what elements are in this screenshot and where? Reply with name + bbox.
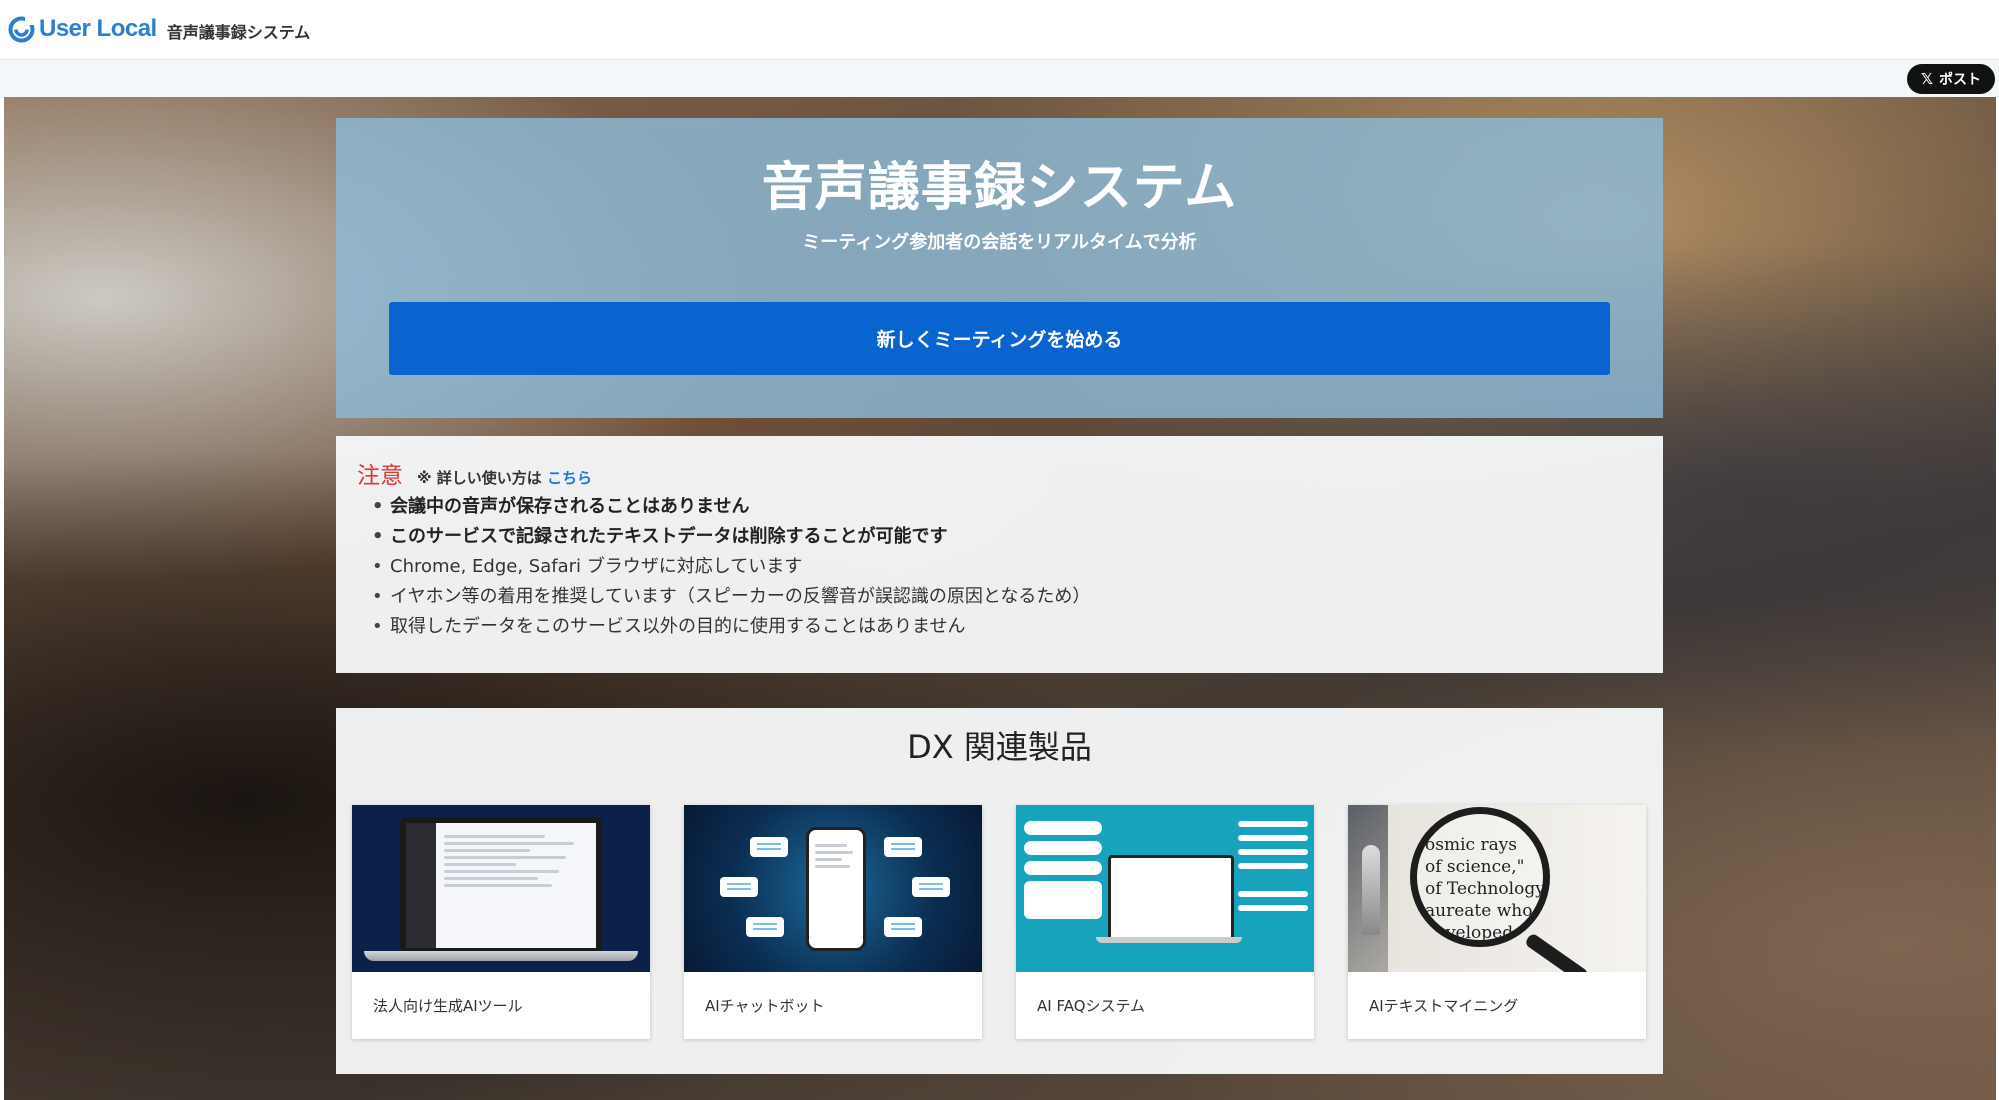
notice-item: イヤホン等の着用を推奨しています（スピーカーの反響音が誤認識の原因となるため） bbox=[370, 582, 1090, 612]
page-subtitle: ミーティング参加者の会話をリアルタイムで分析 bbox=[802, 232, 1197, 253]
product-card-label: AIテキストマイニング bbox=[1369, 997, 1519, 1015]
product-card-ai-text-mining[interactable]: osmic rays of science," of Technology p … bbox=[1348, 805, 1646, 1039]
brand-name: User Local bbox=[39, 15, 157, 42]
start-meeting-button[interactable]: 新しくミーティングを始める bbox=[389, 302, 1610, 375]
dx-products-panel: DX 関連製品 法人向け生成AIツール AIチャットボット AI FAQシステム… bbox=[336, 708, 1663, 1074]
title-panel: 音声議事録システム ミーティング参加者の会話をリアルタイムで分析 新しくミーティ… bbox=[336, 118, 1663, 418]
post-button-label: ポスト bbox=[1939, 72, 1982, 88]
site-logo[interactable]: User Local 音声議事録システム bbox=[8, 12, 310, 46]
product-card-list: 法人向け生成AIツール AIチャットボット AI FAQシステム osmic r… bbox=[352, 805, 1646, 1039]
product-name: 音声議事録システム bbox=[166, 23, 311, 42]
sub-header-bar bbox=[0, 60, 1999, 97]
usage-help-link[interactable]: こちら bbox=[547, 469, 592, 487]
notice-item: 取得したデータをこのサービス以外の目的に使用することはありません bbox=[370, 612, 1090, 642]
product-card-ai-chatbot[interactable]: AIチャットボット bbox=[684, 805, 982, 1039]
notice-label: 注意 bbox=[357, 463, 403, 489]
x-post-button[interactable]: 𝕏 ポスト bbox=[1907, 64, 1995, 94]
product-card-label: 法人向け生成AIツール bbox=[373, 997, 523, 1015]
notice-item: 会議中の音声が保存されることはありません bbox=[370, 492, 1090, 522]
product-card-generative-ai[interactable]: 法人向け生成AIツール bbox=[352, 805, 650, 1039]
user-local-logo-icon bbox=[8, 15, 35, 43]
ai-chatbot-phone-image bbox=[684, 805, 982, 972]
usage-help-text: ※ 詳しい使い方は こちら bbox=[417, 467, 592, 488]
notice-item: このサービスで記録されたテキストデータは削除することが可能です bbox=[370, 522, 1090, 552]
generative-ai-laptop-image bbox=[352, 805, 650, 972]
dx-section-title: DX 関連製品 bbox=[907, 728, 1092, 766]
ai-text-mining-magnifier-image: osmic rays of science," of Technology p … bbox=[1348, 805, 1646, 972]
top-header: User Local 音声議事録システム bbox=[0, 0, 1999, 60]
magnifier-lens-text: osmic rays of science," of Technology p … bbox=[1410, 807, 1550, 947]
notice-panel: 注意 ※ 詳しい使い方は こちら 会議中の音声が保存されることはありません この… bbox=[336, 436, 1663, 673]
notice-list: 会議中の音声が保存されることはありません このサービスで記録されたテキストデータ… bbox=[370, 492, 1090, 642]
usage-help-prefix: ※ 詳しい使い方は bbox=[417, 469, 542, 487]
x-logo-icon: 𝕏 bbox=[1920, 70, 1934, 88]
notice-header: 注意 ※ 詳しい使い方は こちら bbox=[357, 456, 592, 490]
notice-item: Chrome, Edge, Safari ブラウザに対応しています bbox=[370, 552, 1090, 582]
product-card-label: AIチャットボット bbox=[705, 997, 825, 1015]
ai-faq-illustration-image bbox=[1016, 805, 1314, 972]
page-title: 音声議事録システム bbox=[761, 158, 1238, 218]
product-card-label: AI FAQシステム bbox=[1037, 997, 1146, 1015]
product-card-ai-faq[interactable]: AI FAQシステム bbox=[1016, 805, 1314, 1039]
